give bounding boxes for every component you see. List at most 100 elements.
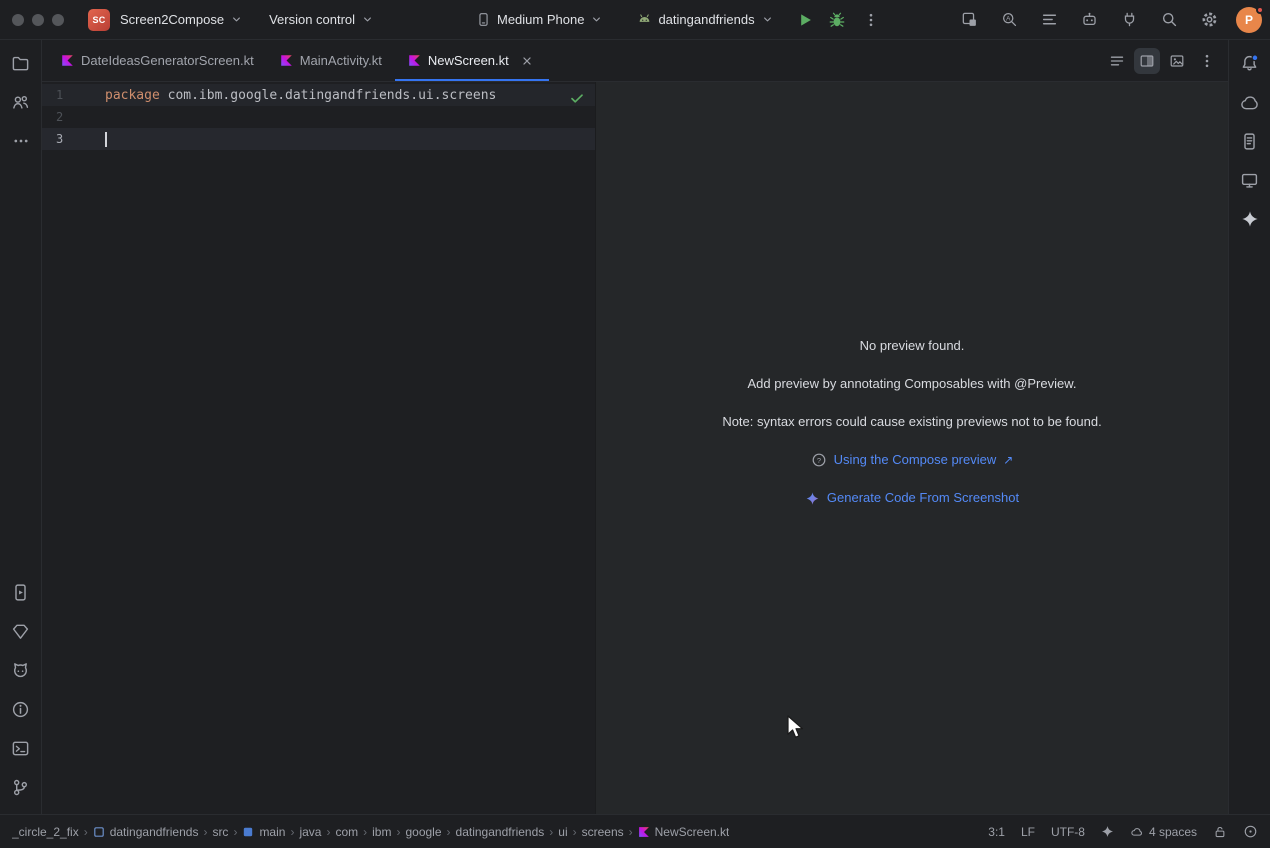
lock-open-icon (1213, 825, 1227, 839)
app-icon: SC (88, 9, 110, 31)
info-circle-icon (11, 700, 30, 719)
inspections-widget[interactable] (569, 90, 585, 106)
close-tab-button[interactable] (518, 52, 536, 70)
breadcrumb-item[interactable]: datingandfriends (93, 825, 199, 839)
chevron-down-icon (761, 13, 774, 26)
resource-manager-button[interactable] (6, 87, 36, 117)
search-everywhere-button[interactable] (1156, 7, 1182, 33)
kotlin-file-icon (280, 54, 293, 67)
breadcrumb-item[interactable]: NewScreen.kt (638, 825, 730, 839)
list-lines-icon (1041, 11, 1058, 28)
run-button[interactable] (792, 7, 818, 33)
editor-line: 1 package com.ibm.google.datingandfriend… (42, 84, 595, 106)
diamond-icon (11, 622, 30, 641)
gemini-sparkle-icon (1241, 210, 1259, 228)
structure-button[interactable] (1036, 7, 1062, 33)
more-run-actions-button[interactable] (858, 7, 884, 33)
preview-title: No preview found. (860, 337, 965, 355)
problems-button[interactable] (6, 694, 36, 724)
breadcrumb-item[interactable]: screens (582, 825, 624, 839)
tab-dateideasgeneratorscreen[interactable]: DateIdeasGeneratorScreen.kt (48, 40, 267, 81)
breadcrumb-item[interactable]: datingandfriends (456, 825, 545, 839)
phone-icon (476, 12, 491, 27)
robot-icon (1081, 11, 1098, 28)
device-selector[interactable]: Medium Phone (476, 12, 603, 27)
breadcrumb-separator: › (79, 825, 93, 839)
breadcrumb-label: NewScreen.kt (655, 825, 730, 839)
split-view-button[interactable] (1134, 48, 1160, 74)
statusbar-widgets: 3:1 LF UTF-8 4 spaces (988, 824, 1258, 839)
bell-icon (1240, 54, 1259, 73)
editor-line: 2 (42, 106, 595, 128)
breadcrumb-separator: › (321, 825, 335, 839)
terminal-button[interactable] (6, 733, 36, 763)
line-number[interactable]: 3 (42, 132, 105, 146)
design-view-button[interactable] (1164, 48, 1190, 74)
ai-assistant-button[interactable] (1076, 7, 1102, 33)
sparkle-icon (1101, 825, 1114, 838)
caret-position-widget[interactable]: 3:1 (988, 825, 1005, 839)
close-window-button[interactable] (12, 14, 24, 26)
breadcrumb-item[interactable]: ibm (372, 825, 391, 839)
tab-newscreen[interactable]: NewScreen.kt (395, 40, 549, 81)
project-menu[interactable]: Screen2Compose (120, 12, 243, 27)
breadcrumb-item[interactable]: java (299, 825, 321, 839)
breadcrumb-item[interactable]: google (405, 825, 441, 839)
more-tool-windows-button[interactable] (6, 126, 36, 156)
tab-mainactivity[interactable]: MainActivity.kt (267, 40, 395, 81)
logcat-button[interactable] (6, 655, 36, 685)
generate-code-link[interactable]: Generate Code From Screenshot (805, 489, 1019, 507)
gemini-button[interactable] (1235, 204, 1265, 234)
line-number[interactable]: 2 (42, 110, 105, 124)
inspections-status-widget[interactable] (1243, 824, 1258, 839)
project-tool-button[interactable] (6, 48, 36, 78)
debug-button[interactable] (824, 7, 850, 33)
emulator-button[interactable] (1235, 165, 1265, 195)
version-control-button[interactable] (6, 772, 36, 802)
breadcrumb-separator: › (285, 825, 299, 839)
notifications-button[interactable] (1235, 48, 1265, 78)
layout-inspector-button[interactable] (956, 7, 982, 33)
ai-sparkle-widget[interactable] (1101, 825, 1114, 838)
notification-dot (1256, 6, 1264, 14)
settings-button[interactable] (1196, 7, 1222, 33)
code-editor[interactable]: 1 package com.ibm.google.datingandfriend… (42, 82, 595, 814)
gradle-button[interactable] (1235, 87, 1265, 117)
code-view-button[interactable] (1104, 48, 1130, 74)
breadcrumb-item[interactable]: src (212, 825, 228, 839)
line-ending-widget[interactable]: LF (1021, 825, 1035, 839)
compose-preview-help-link[interactable]: ? Using the Compose preview ↗ (811, 451, 1014, 469)
device-explorer-button[interactable] (1235, 126, 1265, 156)
avatar[interactable]: P (1236, 7, 1262, 33)
find-action-button[interactable]: A (996, 7, 1022, 33)
encoding-widget[interactable]: UTF-8 (1051, 825, 1085, 839)
line-number[interactable]: 1 (42, 88, 105, 102)
run-config-selector[interactable]: datingandfriends (637, 12, 773, 27)
running-devices-button[interactable] (6, 577, 36, 607)
indent-widget[interactable]: 4 spaces (1130, 825, 1197, 839)
editor-column: DateIdeasGeneratorScreen.kt MainActivity… (42, 40, 1228, 814)
ellipsis-icon (12, 132, 30, 150)
plugins-button[interactable] (1116, 7, 1142, 33)
svg-text:?: ? (817, 456, 821, 465)
right-tool-stripe (1228, 40, 1270, 814)
device-manager-button[interactable] (6, 616, 36, 646)
breadcrumb-item[interactable]: ui (558, 825, 567, 839)
vcs-menu[interactable]: Version control (269, 12, 374, 27)
breadcrumb-item[interactable]: _circle_2_fix (12, 825, 79, 839)
zoom-window-button[interactable] (52, 14, 64, 26)
minimize-window-button[interactable] (32, 14, 44, 26)
editor-more-button[interactable] (1194, 48, 1220, 74)
sparkle-icon (805, 491, 820, 506)
kotlin-file-icon (638, 826, 650, 838)
readonly-toggle[interactable] (1213, 825, 1227, 839)
titlebar: SC Screen2Compose Version control Medium… (0, 0, 1270, 40)
breadcrumb-item[interactable]: main (242, 825, 285, 839)
breadcrumb-label: java (299, 825, 321, 839)
text-caret (105, 132, 107, 147)
tab-label: NewScreen.kt (428, 53, 509, 68)
compose-preview-panel: No preview found. Add preview by annotat… (595, 82, 1228, 814)
window-controls (12, 14, 64, 26)
help-icon: ? (811, 452, 827, 468)
breadcrumb-item[interactable]: com (335, 825, 358, 839)
